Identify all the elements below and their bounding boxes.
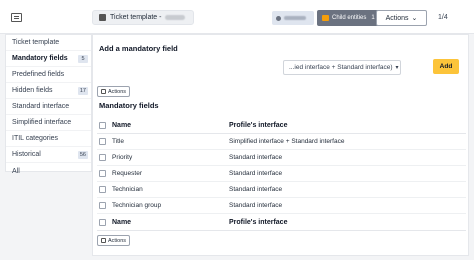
select-all-checkbox[interactable]	[99, 218, 106, 226]
count-badge: 5	[78, 54, 88, 63]
child-entities-label: Child entities	[332, 15, 367, 21]
row-checkbox[interactable]	[99, 170, 106, 177]
entity-icon	[276, 15, 281, 21]
actions-icon	[100, 238, 106, 243]
sidebar-item-all[interactable]: All	[6, 163, 91, 179]
sidebar-item-hidden-fields[interactable]: Hidden fields 17	[6, 83, 91, 99]
actions-label: Actions	[385, 14, 409, 22]
column-interface[interactable]: Profile's interface	[229, 122, 466, 129]
add-button[interactable]: Add	[433, 59, 459, 74]
entity-badge[interactable]	[272, 11, 314, 25]
sidebar-item-itil-categories[interactable]: ITIL categories	[6, 131, 91, 147]
sidebar-item-simplified-interface[interactable]: Simplified interface	[6, 115, 91, 131]
actions-label: Actions	[107, 88, 127, 95]
row-checkbox[interactable]	[99, 138, 106, 145]
redacted-name	[165, 15, 186, 20]
add-field-title: Add a mandatory field	[99, 44, 178, 53]
table-footer: Name Profile's interface	[97, 214, 466, 231]
row-checkbox[interactable]	[99, 186, 106, 193]
table-row: Title Simplified interface + Standard in…	[97, 134, 466, 150]
redacted-entity	[284, 16, 306, 20]
sidebar-item-historical[interactable]: Historical 56	[6, 147, 91, 163]
breadcrumb-label: Ticket template -	[110, 14, 162, 21]
chevron-down-icon: ▾	[395, 65, 399, 71]
row-checkbox[interactable]	[99, 202, 106, 209]
pager: 1/4	[438, 14, 448, 21]
select-all-checkbox[interactable]	[99, 121, 106, 129]
sidebar-item-mandatory-fields[interactable]: Mandatory fields 5	[6, 51, 91, 67]
count-badge: 56	[77, 150, 88, 159]
table-row: Requester Standard interface	[97, 166, 466, 182]
column-name[interactable]: Name	[112, 219, 229, 226]
field-select-value: ...ied interface + Standard interface)	[289, 64, 393, 71]
massive-actions-button-top[interactable]: Actions	[97, 86, 130, 97]
mandatory-fields-table: Name Profile's interface Title Simplifie…	[97, 117, 466, 231]
sidebar-item-standard-interface[interactable]: Standard interface	[6, 99, 91, 115]
child-entities-button[interactable]: Child entities 1	[317, 10, 381, 26]
child-entities-count: 1	[371, 15, 375, 21]
table-header: Name Profile's interface	[97, 117, 466, 134]
field-select[interactable]: ...ied interface + Standard interface) ▾	[283, 60, 401, 75]
table-row: Priority Standard interface	[97, 150, 466, 166]
count-badge: 17	[77, 86, 88, 95]
row-checkbox[interactable]	[99, 154, 106, 161]
table-row: Technician group Standard interface	[97, 198, 466, 214]
table-row: Technician Standard interface	[97, 182, 466, 198]
column-name[interactable]: Name	[112, 122, 229, 129]
sidebar-item-ticket-template[interactable]: Ticket template	[6, 35, 91, 51]
massive-actions-button-bottom[interactable]: Actions	[97, 235, 130, 246]
sidebar-item-predefined-fields[interactable]: Predefined fields	[6, 67, 91, 83]
sidebar: Ticket template Mandatory fields 5 Prede…	[5, 34, 92, 175]
chevron-down-icon: ⌄	[411, 15, 418, 22]
list-title: Mandatory fields	[99, 101, 159, 110]
template-icon	[99, 14, 106, 21]
child-entities-icon	[322, 15, 329, 21]
sidebar-toggle-icon[interactable]	[11, 13, 22, 22]
top-bar: Ticket template - Child entities 1 Actio…	[0, 0, 474, 34]
actions-label: Actions	[107, 237, 127, 244]
breadcrumb-template[interactable]: Ticket template -	[92, 10, 195, 25]
column-interface[interactable]: Profile's interface	[229, 219, 466, 226]
actions-dropdown[interactable]: Actions ⌄	[376, 10, 427, 26]
main-panel: Add a mandatory field ...ied interface +…	[92, 34, 469, 256]
actions-icon	[100, 89, 106, 94]
